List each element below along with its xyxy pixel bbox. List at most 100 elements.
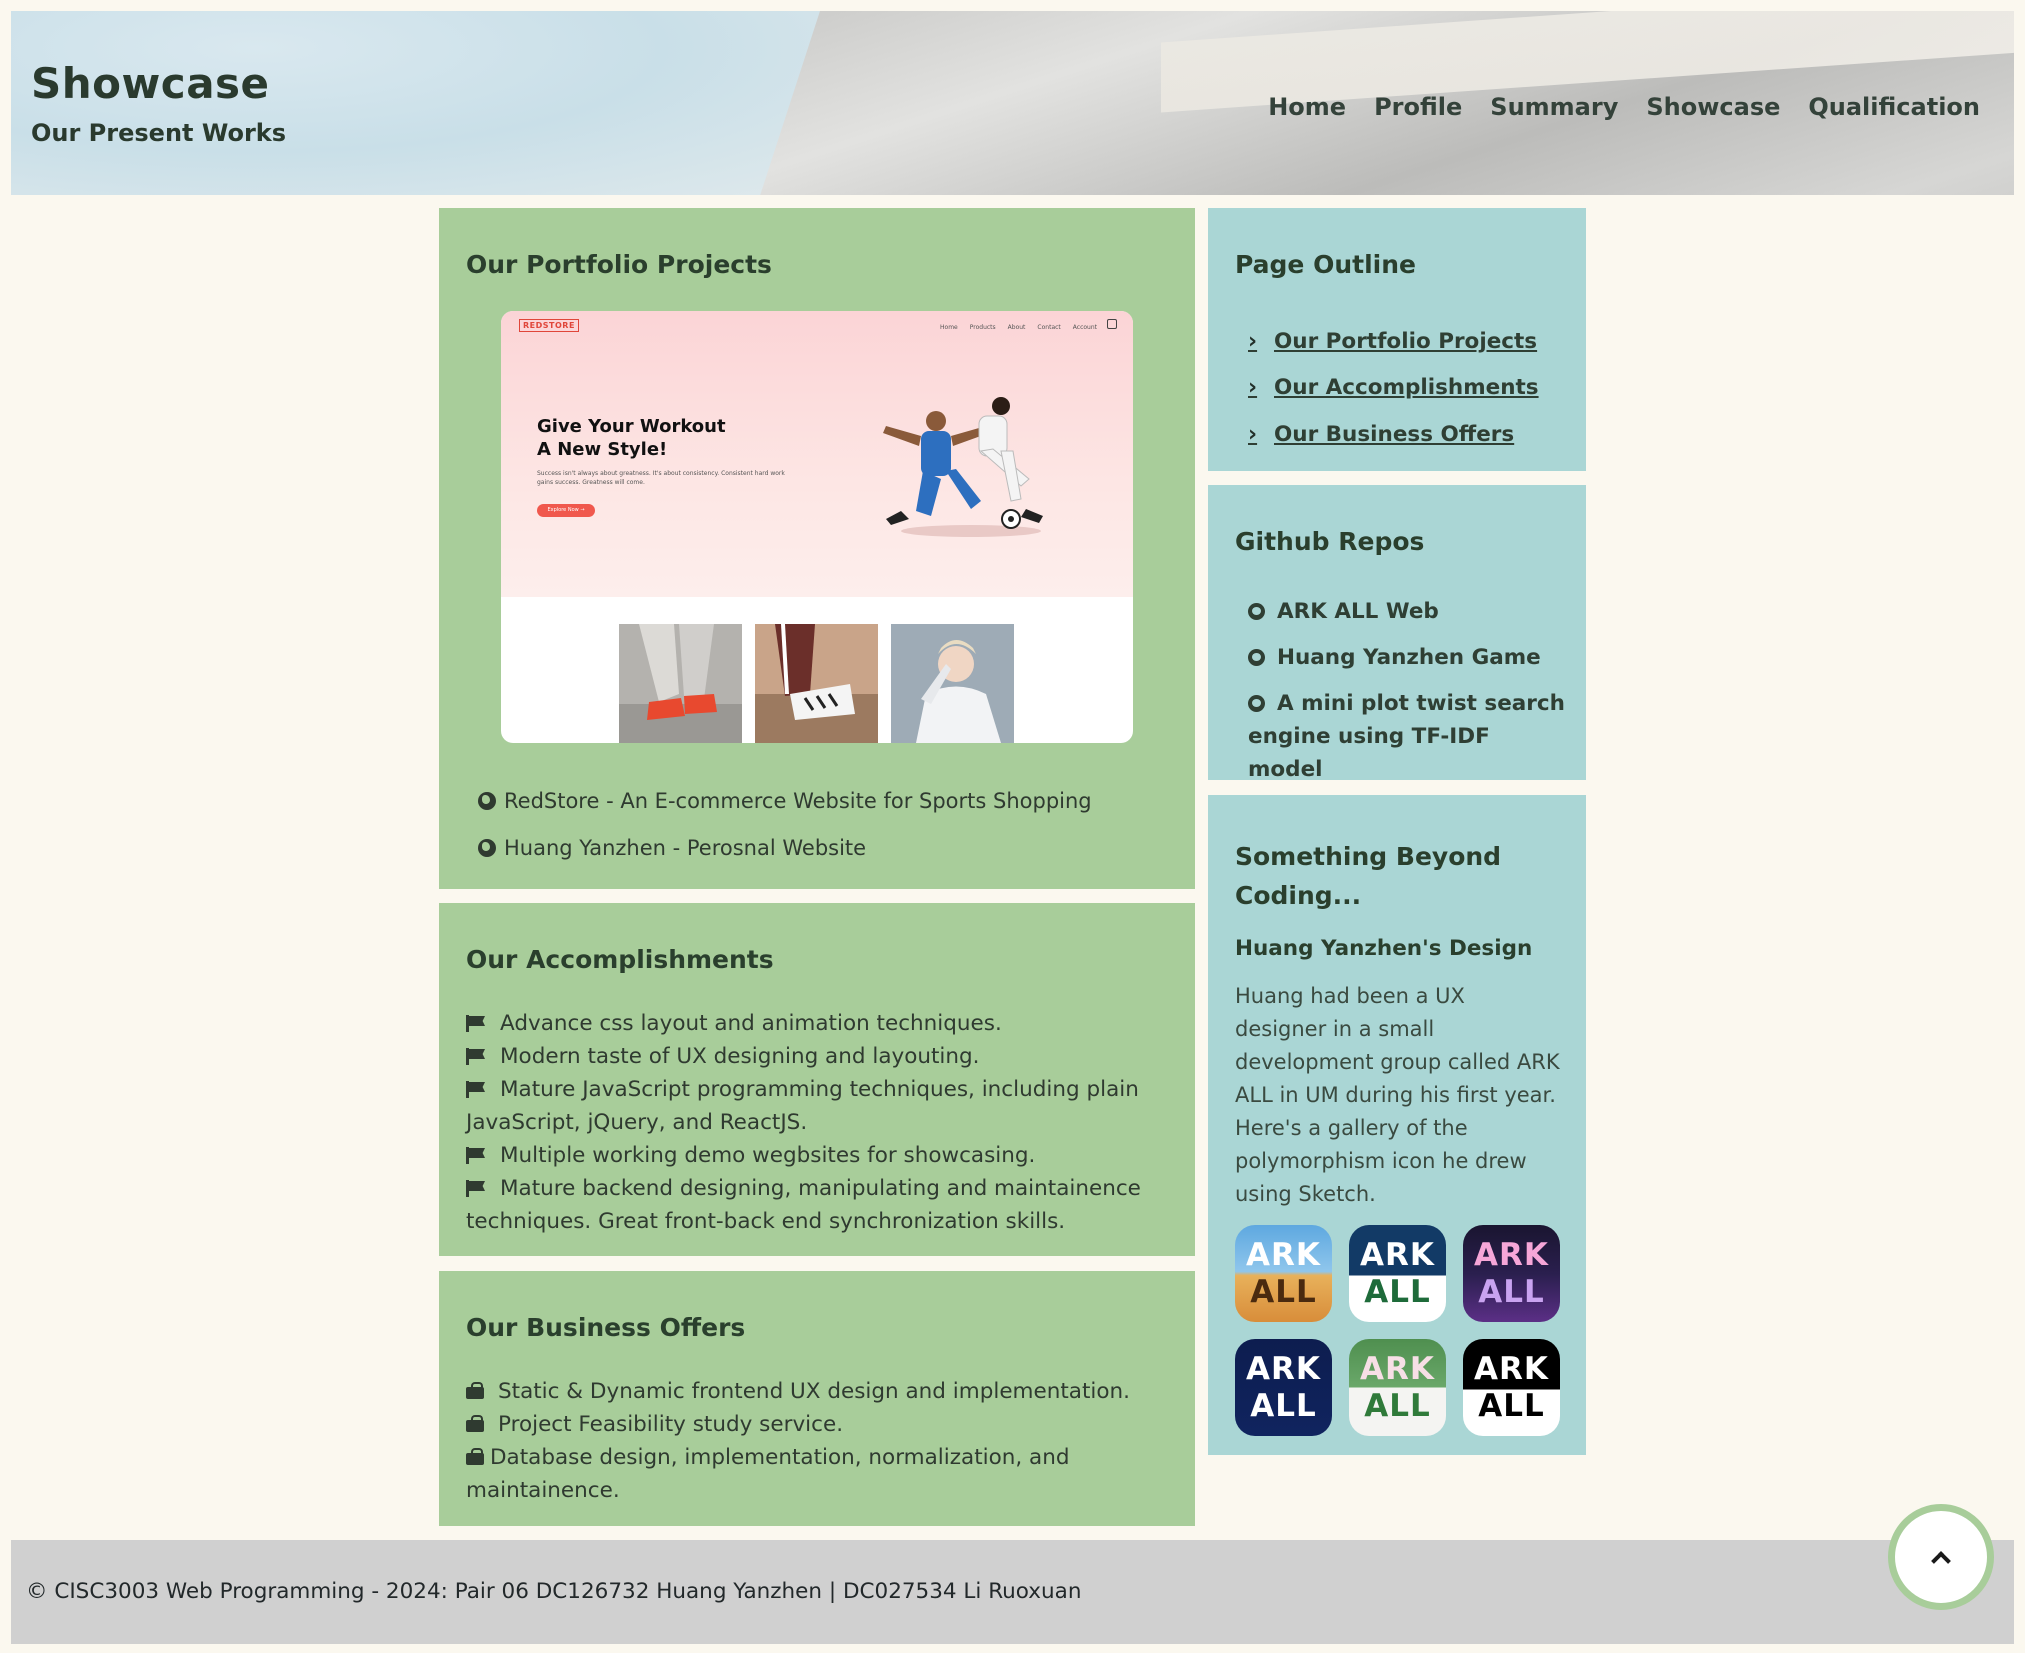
project-link-redstore[interactable]: RedStore - An E-commerce Website for Spo… bbox=[478, 786, 1092, 816]
chevron-right-icon: › bbox=[1248, 375, 1258, 401]
ark-all-icon-valentine[interactable]: ARK ALL bbox=[1463, 1339, 1560, 1436]
github-repos-section: Github Repos ARK ALL Web Huang Yanzhen G… bbox=[1208, 485, 1586, 782]
list-item: Advance css layout and animation techniq… bbox=[466, 1007, 1176, 1040]
mock-explore-button: Explore Now → bbox=[537, 504, 595, 517]
outline-link-accomplishments[interactable]: › Our Accomplishments bbox=[1248, 365, 1539, 412]
outline-link-label: Our Accomplishments bbox=[1274, 375, 1539, 401]
ark-all-icon-summer[interactable]: ARK ALL bbox=[1235, 1225, 1332, 1322]
redstore-screenshot[interactable]: REDSTORE Home Products About Contact Acc… bbox=[501, 311, 1133, 743]
list-item-text: Modern taste of UX designing and layouti… bbox=[500, 1044, 980, 1069]
nav-qualification[interactable]: Qualification bbox=[1808, 93, 1980, 121]
icon-text-bottom: ALL bbox=[1364, 1273, 1431, 1310]
outline-link-label: Our Business Offers bbox=[1274, 421, 1515, 447]
ark-all-icon-space[interactable]: ARK ALL bbox=[1235, 1339, 1332, 1436]
design-description: Huang had been a UX designer in a small … bbox=[1235, 984, 1560, 1206]
portfolio-section: Our Portfolio Projects REDSTORE Home Pro… bbox=[439, 208, 1195, 889]
mock-nav-item: Account bbox=[1072, 324, 1097, 331]
page-outline-section: Page Outline › Our Portfolio Projects › Ou… bbox=[1208, 208, 1586, 471]
mock-nav-item: Home bbox=[940, 324, 958, 331]
beyond-title: Something Beyond Coding... bbox=[1235, 842, 1502, 910]
icon-text-top: ARK bbox=[1360, 1350, 1435, 1387]
beyond-coding-section: Something Beyond Coding... Huang Yanzhen… bbox=[1208, 795, 1586, 1455]
nav-summary[interactable]: Summary bbox=[1490, 93, 1618, 121]
list-item: Mature JavaScript programming techniques… bbox=[466, 1073, 1176, 1139]
outline-link-portfolio[interactable]: › Our Portfolio Projects bbox=[1248, 318, 1539, 365]
mock-nav-item: About bbox=[1007, 324, 1026, 331]
repo-link[interactable]: ARK ALL Web bbox=[1248, 595, 1568, 628]
list-item-text: Mature JavaScript programming techniques… bbox=[466, 1077, 1139, 1135]
icon-text-top: ARK bbox=[1474, 1236, 1549, 1273]
ark-all-icon-christmas[interactable]: ARK ALL bbox=[1349, 1225, 1446, 1322]
sneaker-photo-1 bbox=[619, 624, 742, 743]
ark-all-icon-neon[interactable]: ARK ALL bbox=[1463, 1225, 1560, 1322]
mock-nav: Home Products About Contact Account bbox=[940, 324, 1097, 331]
cart-icon bbox=[1107, 319, 1117, 329]
list-item-text: Static & Dynamic frontend UX design and … bbox=[498, 1379, 1130, 1404]
accomplishments-title: Our Accomplishments bbox=[466, 945, 774, 974]
flag-icon bbox=[466, 1147, 486, 1164]
outline-link-label: Our Portfolio Projects bbox=[1274, 328, 1538, 354]
chevron-right-icon: › bbox=[1248, 328, 1258, 354]
project-link-label: Huang Yanzhen - Perosnal Website bbox=[504, 836, 867, 860]
github-icon bbox=[1248, 603, 1265, 620]
mock-headline: Give Your Workout A New Style! bbox=[537, 415, 726, 461]
outline-list: › Our Portfolio Projects › Our Accomplishm… bbox=[1248, 318, 1539, 458]
repo-link[interactable]: A mini plot twist search engine using TF… bbox=[1248, 687, 1568, 786]
project-link-label: RedStore - An E-commerce Website for Spo… bbox=[504, 789, 1092, 813]
icon-text-top: ARK bbox=[1474, 1350, 1549, 1387]
back-to-top-button[interactable] bbox=[1888, 1504, 1994, 1610]
shopping-bag-icon bbox=[466, 1415, 484, 1432]
repo-label: ARK ALL Web bbox=[1277, 599, 1439, 624]
accomplishments-section: Our Accomplishments Advance css layout a… bbox=[439, 903, 1195, 1256]
ark-all-icon-spring[interactable]: ARK ALL bbox=[1349, 1339, 1446, 1436]
footer-copyright: © CISC3003 Web Programming - 2024: Pair … bbox=[26, 1579, 1082, 1604]
project-links: RedStore - An E-commerce Website for Spo… bbox=[478, 786, 1092, 880]
nav-showcase[interactable]: Showcase bbox=[1646, 93, 1780, 121]
list-item-text: Project Feasibility study service. bbox=[498, 1412, 844, 1437]
list-item: Multiple working demo wegbsites for show… bbox=[466, 1139, 1176, 1172]
list-item: Modern taste of UX designing and layouti… bbox=[466, 1040, 1176, 1073]
list-item: Static & Dynamic frontend UX design and … bbox=[466, 1375, 1176, 1408]
design-subtitle: Huang Yanzhen's Design bbox=[1235, 936, 1533, 961]
mock-nav-item: Products bbox=[969, 324, 996, 331]
icon-text-bottom: ALL bbox=[1250, 1387, 1317, 1424]
repo-label: A mini plot twist search engine using TF… bbox=[1248, 691, 1565, 782]
icon-text-bottom: ALL bbox=[1478, 1273, 1545, 1310]
nav-profile[interactable]: Profile bbox=[1374, 93, 1462, 121]
list-item-text: Mature backend designing, manipulating a… bbox=[466, 1176, 1141, 1234]
list-item-text: Advance css layout and animation techniq… bbox=[500, 1011, 1002, 1036]
repo-link[interactable]: Huang Yanzhen Game bbox=[1248, 641, 1568, 674]
list-item: Mature backend designing, manipulating a… bbox=[466, 1172, 1176, 1238]
outline-title: Page Outline bbox=[1235, 250, 1416, 279]
project-link-personal-website[interactable]: Huang Yanzhen - Perosnal Website bbox=[478, 833, 1092, 863]
athletes-image bbox=[883, 397, 1043, 537]
outline-link-business[interactable]: › Our Business Offers bbox=[1248, 411, 1539, 458]
repo-list: ARK ALL Web Huang Yanzhen Game A mini pl… bbox=[1248, 595, 1568, 799]
flag-icon bbox=[466, 1015, 486, 1032]
mock-headline-line1: Give Your Workout bbox=[537, 416, 726, 437]
icon-text-top: ARK bbox=[1246, 1350, 1321, 1387]
portfolio-title: Our Portfolio Projects bbox=[466, 250, 772, 279]
icon-text-bottom: ALL bbox=[1364, 1387, 1431, 1424]
mock-logo: REDSTORE bbox=[519, 319, 579, 332]
icon-text-top: ARK bbox=[1360, 1236, 1435, 1273]
flag-icon bbox=[466, 1048, 486, 1065]
shopping-bag-icon bbox=[466, 1382, 484, 1399]
business-list: Static & Dynamic frontend UX design and … bbox=[466, 1375, 1176, 1507]
icon-text-bottom: ALL bbox=[1478, 1387, 1545, 1424]
icon-text-bottom: ALL bbox=[1250, 1273, 1317, 1310]
business-section: Our Business Offers Static & Dynamic fro… bbox=[439, 1271, 1195, 1526]
flag-icon bbox=[466, 1180, 486, 1197]
mock-copy: Success isn't always about greatness. It… bbox=[537, 470, 785, 486]
chevron-up-icon bbox=[1931, 1551, 1951, 1571]
github-icon bbox=[1248, 649, 1265, 666]
flag-icon bbox=[466, 1081, 486, 1098]
list-item: Project Feasibility study service. bbox=[466, 1408, 1176, 1441]
athlete-photo-3 bbox=[891, 624, 1014, 743]
site-header: Showcase Our Present Works Home Profile … bbox=[11, 11, 2014, 195]
chevron-right-icon: › bbox=[1248, 421, 1258, 447]
mock-headline-line2: A New Style! bbox=[537, 439, 668, 460]
globe-icon bbox=[478, 839, 496, 857]
page-title: Showcase bbox=[31, 59, 270, 108]
nav-home[interactable]: Home bbox=[1268, 93, 1346, 121]
